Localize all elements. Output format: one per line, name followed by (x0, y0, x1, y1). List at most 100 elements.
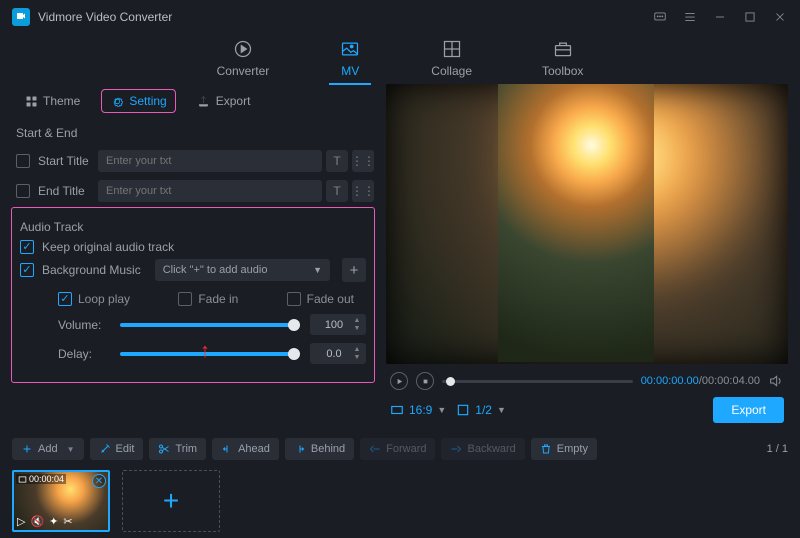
end-title-checkbox[interactable] (16, 184, 30, 198)
text-opts-icon[interactable]: ⋮⋮ (352, 150, 374, 172)
zoom-value: 1/2 (475, 403, 492, 417)
seek-thumb[interactable] (446, 377, 455, 386)
text-style-icon[interactable]: T (326, 180, 348, 202)
audio-track-panel: Audio Track Keep original audio track Ba… (12, 208, 374, 382)
page-indicator: 1 / 1 (767, 443, 788, 455)
edit-button[interactable]: Edit (90, 438, 144, 460)
volume-slider[interactable] (120, 323, 300, 327)
nav-label: Toolbox (542, 64, 583, 78)
trash-icon (540, 443, 552, 455)
tab-theme[interactable]: Theme (16, 90, 88, 112)
tab-label: Theme (43, 94, 80, 108)
plus-icon (21, 443, 33, 455)
start-title-input[interactable] (98, 150, 322, 172)
bg-music-label: Background Music (42, 263, 141, 277)
zoom-select[interactable]: 1/2 ▼ (456, 403, 506, 417)
nav-toolbox[interactable]: Toolbox (532, 34, 593, 84)
start-title-checkbox[interactable] (16, 154, 30, 168)
volume-label: Volume: (58, 318, 110, 332)
timeline-clip[interactable]: 00:00:04 ✕ ▷ 🔇 ✦ ✂ (12, 470, 110, 532)
chevron-down-icon: ▼ (437, 405, 446, 415)
spin-up[interactable]: ▲ (352, 346, 362, 353)
loop-label: Loop play (78, 292, 130, 306)
app-title: Vidmore Video Converter (38, 10, 652, 24)
bg-music-checkbox[interactable] (20, 263, 34, 277)
nav-mv[interactable]: MV (329, 34, 371, 84)
trim-button[interactable]: Trim (149, 438, 206, 460)
nav-label: Converter (217, 64, 270, 78)
text-style-icon[interactable]: T (326, 150, 348, 172)
export-button[interactable]: Export (713, 397, 784, 423)
menu-icon[interactable] (682, 9, 698, 25)
slider-thumb[interactable] (288, 319, 300, 331)
timeline: 00:00:04 ✕ ▷ 🔇 ✦ ✂ + (0, 464, 800, 538)
volume-value-box[interactable]: 100 ▲▼ (310, 314, 366, 335)
feedback-icon[interactable] (652, 9, 668, 25)
delay-value-box[interactable]: 0.0 ▲▼ (310, 343, 366, 364)
nav-collage[interactable]: Collage (421, 34, 482, 84)
video-preview[interactable] (386, 84, 788, 364)
clip-duration: 00:00:04 (16, 474, 66, 484)
text-opts-icon[interactable]: ⋮⋮ (352, 180, 374, 202)
nav-label: Collage (431, 64, 472, 78)
clip-remove-button[interactable]: ✕ (92, 474, 106, 488)
preview-panel: 00:00:00.00/00:00:04.00 16:9 ▼ 1/2 ▼ Exp… (386, 84, 788, 424)
top-nav: Converter MV Collage Toolbox (0, 34, 800, 84)
backward-button[interactable]: Backward (441, 438, 524, 460)
ahead-button[interactable]: Ahead (212, 438, 279, 460)
chevron-down-icon: ▼ (313, 265, 322, 275)
add-clip-button[interactable]: + (122, 470, 220, 532)
delay-slider[interactable] (120, 352, 300, 356)
maximize-icon[interactable] (742, 9, 758, 25)
audio-track-heading: Audio Track (20, 220, 366, 234)
forward-button[interactable]: Forward (360, 438, 435, 460)
delay-label: Delay: (58, 347, 110, 361)
end-title-label: End Title (38, 184, 90, 198)
nav-label: MV (341, 64, 359, 78)
empty-button[interactable]: Empty (531, 438, 597, 460)
time-display: 00:00:00.00/00:00:04.00 (641, 375, 760, 387)
collage-icon (441, 38, 463, 60)
tab-setting[interactable]: Setting (102, 90, 174, 112)
tab-label: Export (216, 94, 251, 108)
keep-original-checkbox[interactable] (20, 240, 34, 254)
play-button[interactable] (390, 372, 408, 390)
mv-icon (339, 38, 361, 60)
behind-button[interactable]: Behind (285, 438, 354, 460)
add-audio-button[interactable]: + (342, 258, 366, 282)
ahead-icon (221, 443, 233, 455)
chevron-down-icon: ▼ (67, 445, 75, 454)
slider-thumb[interactable] (288, 348, 300, 360)
seek-bar[interactable] (442, 380, 633, 383)
keep-original-label: Keep original audio track (42, 240, 174, 254)
spin-up[interactable]: ▲ (352, 317, 362, 324)
aspect-ratio-select[interactable]: 16:9 ▼ (390, 403, 446, 417)
app-logo (12, 8, 30, 26)
bg-music-dropdown[interactable]: Click "+" to add audio ▼ (155, 259, 330, 281)
start-end-heading: Start & End (16, 126, 374, 140)
loop-checkbox[interactable] (58, 292, 72, 306)
tab-export[interactable]: Export (189, 90, 259, 112)
fadeout-checkbox[interactable] (287, 292, 301, 306)
theme-icon (24, 94, 38, 108)
gear-icon (110, 94, 124, 108)
volume-value: 100 (318, 319, 350, 331)
titlebar: Vidmore Video Converter (0, 0, 800, 34)
fadein-checkbox[interactable] (178, 292, 192, 306)
minimize-icon[interactable] (712, 9, 728, 25)
wand-icon (99, 443, 111, 455)
scissors-icon (158, 443, 170, 455)
close-icon[interactable] (772, 9, 788, 25)
dropdown-value: Click "+" to add audio (163, 264, 268, 276)
volume-icon[interactable] (768, 373, 784, 389)
nav-converter[interactable]: Converter (207, 34, 280, 84)
spin-down[interactable]: ▼ (352, 354, 362, 361)
aspect-value: 16:9 (409, 403, 432, 417)
bottom-toolbar: Add▼ Edit Trim Ahead Behind Forward Back… (0, 434, 800, 464)
forward-icon (369, 443, 381, 455)
add-button[interactable]: Add▼ (12, 438, 84, 460)
start-title-label: Start Title (38, 154, 90, 168)
stop-button[interactable] (416, 372, 434, 390)
spin-down[interactable]: ▼ (352, 325, 362, 332)
end-title-input[interactable] (98, 180, 322, 202)
